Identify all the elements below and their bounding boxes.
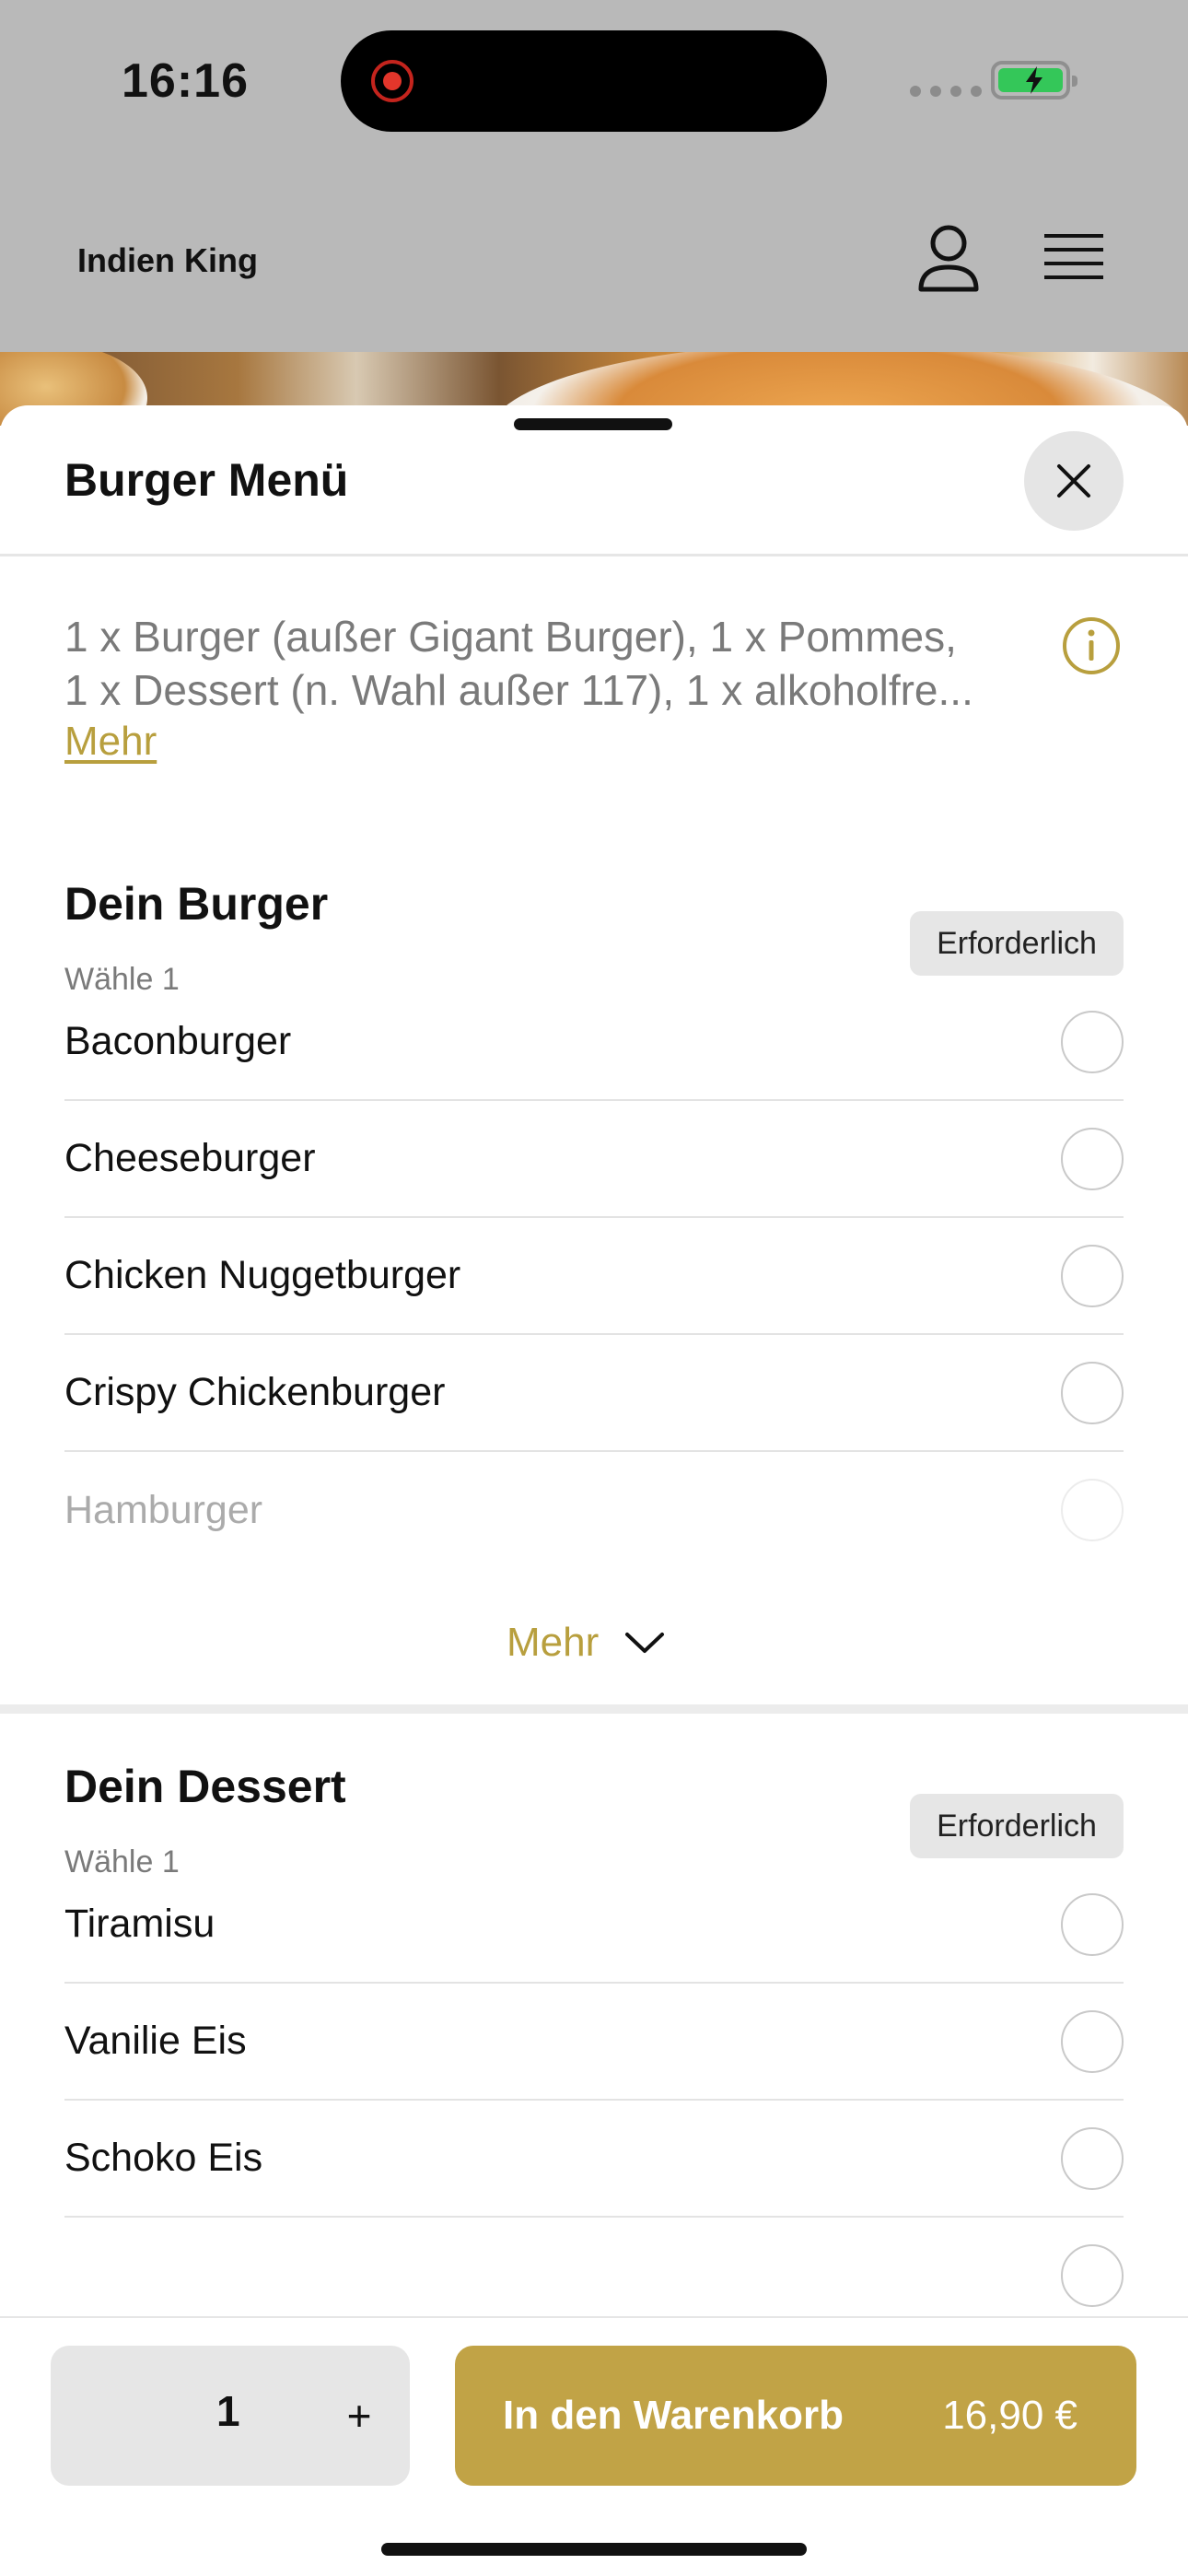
show-more-label: Mehr <box>507 1620 600 1665</box>
sheet-grabber[interactable] <box>514 418 672 430</box>
screen: 16:16 Indien King Burger Menü 1 x Burger… <box>0 0 1188 2576</box>
option-label: Vanilie Eis <box>64 2019 247 2063</box>
option-cheeseburger[interactable]: Cheeseburger <box>64 1101 1124 1218</box>
quantity-value: 1 <box>216 2387 240 2435</box>
required-badge: Erforderlich <box>910 911 1124 976</box>
header-divider <box>0 554 1188 556</box>
battery-icon <box>991 61 1077 100</box>
info-icon[interactable] <box>1061 615 1122 676</box>
status-time: 16:16 <box>122 54 249 108</box>
product-description: 1 x Burger (außer Gigant Burger), 1 x Po… <box>64 610 1059 717</box>
option-label: Cheeseburger <box>64 1136 316 1180</box>
description-line: 1 x Dessert (n. Wahl außer 117), 1 x alk… <box>64 666 973 714</box>
sheet-title: Burger Menü <box>64 454 349 506</box>
dessert-options: Tiramisu Vanilie Eis Schoko Eis <box>64 1867 1124 2335</box>
radio-button[interactable] <box>1061 1128 1124 1190</box>
brand-name[interactable]: Indien King <box>77 241 258 280</box>
radio-button[interactable] <box>1061 2010 1124 2073</box>
option-crispy-chickenburger[interactable]: Crispy Chickenburger <box>64 1335 1124 1452</box>
group-title-burger: Dein Burger <box>64 878 329 930</box>
add-to-cart-label: In den Warenkorb <box>503 2393 844 2438</box>
user-icon[interactable] <box>915 221 982 295</box>
radio-button[interactable] <box>1061 1011 1124 1073</box>
description-more-link[interactable]: Mehr <box>64 719 157 765</box>
radio-button[interactable] <box>1061 1245 1124 1307</box>
radio-button[interactable] <box>1061 1362 1124 1424</box>
option-schoko-eis[interactable]: Schoko Eis <box>64 2101 1124 2218</box>
recording-icon <box>371 60 413 102</box>
quantity-stepper: 1 + <box>51 2346 410 2486</box>
section-divider <box>0 1704 1188 1714</box>
burger-options: Baconburger Cheeseburger Chicken Nuggetb… <box>64 984 1124 1569</box>
group-title-dessert: Dein Dessert <box>64 1761 346 1812</box>
add-to-cart-button[interactable]: In den Warenkorb 16,90 € <box>455 2346 1136 2486</box>
option-label: Chicken Nuggetburger <box>64 1253 461 1297</box>
option-label: Tiramisu <box>64 1902 215 1946</box>
product-sheet: Burger Menü 1 x Burger (außer Gigant Bur… <box>0 405 1188 2576</box>
option-baconburger[interactable]: Baconburger <box>64 984 1124 1101</box>
dynamic-island <box>341 30 827 132</box>
bottom-action-bar: 1 + In den Warenkorb 16,90 € <box>0 2316 1188 2576</box>
description-line: 1 x Burger (außer Gigant Burger), 1 x Po… <box>64 613 957 661</box>
menu-icon[interactable] <box>1044 232 1103 284</box>
close-icon <box>1057 464 1090 498</box>
option-label: Schoko Eis <box>64 2136 263 2180</box>
option-chicken-nuggetburger[interactable]: Chicken Nuggetburger <box>64 1218 1124 1335</box>
radio-button[interactable] <box>1061 2127 1124 2190</box>
option-vanilie-eis[interactable]: Vanilie Eis <box>64 1984 1124 2101</box>
home-indicator[interactable] <box>381 2543 807 2556</box>
charging-bolt-icon <box>1026 66 1042 94</box>
show-more-button[interactable]: Mehr <box>507 1620 665 1666</box>
option-hamburger[interactable]: Hamburger <box>64 1452 1124 1569</box>
increase-quantity-button[interactable]: + <box>318 2370 401 2462</box>
option-label: Crispy Chickenburger <box>64 1370 446 1414</box>
signal-icon <box>910 86 982 97</box>
required-badge: Erforderlich <box>910 1794 1124 1858</box>
radio-button[interactable] <box>1061 1479 1124 1541</box>
option-label: Hamburger <box>64 1488 263 1532</box>
close-button[interactable] <box>1024 431 1124 531</box>
radio-button[interactable] <box>1061 1893 1124 1956</box>
option-label: Baconburger <box>64 1019 292 1063</box>
background-page: 16:16 Indien King <box>0 0 1188 426</box>
price-label: 16,90 € <box>942 2393 1077 2438</box>
radio-button[interactable] <box>1061 2244 1124 2307</box>
chevron-down-icon <box>625 1633 665 1653</box>
option-tiramisu[interactable]: Tiramisu <box>64 1867 1124 1984</box>
